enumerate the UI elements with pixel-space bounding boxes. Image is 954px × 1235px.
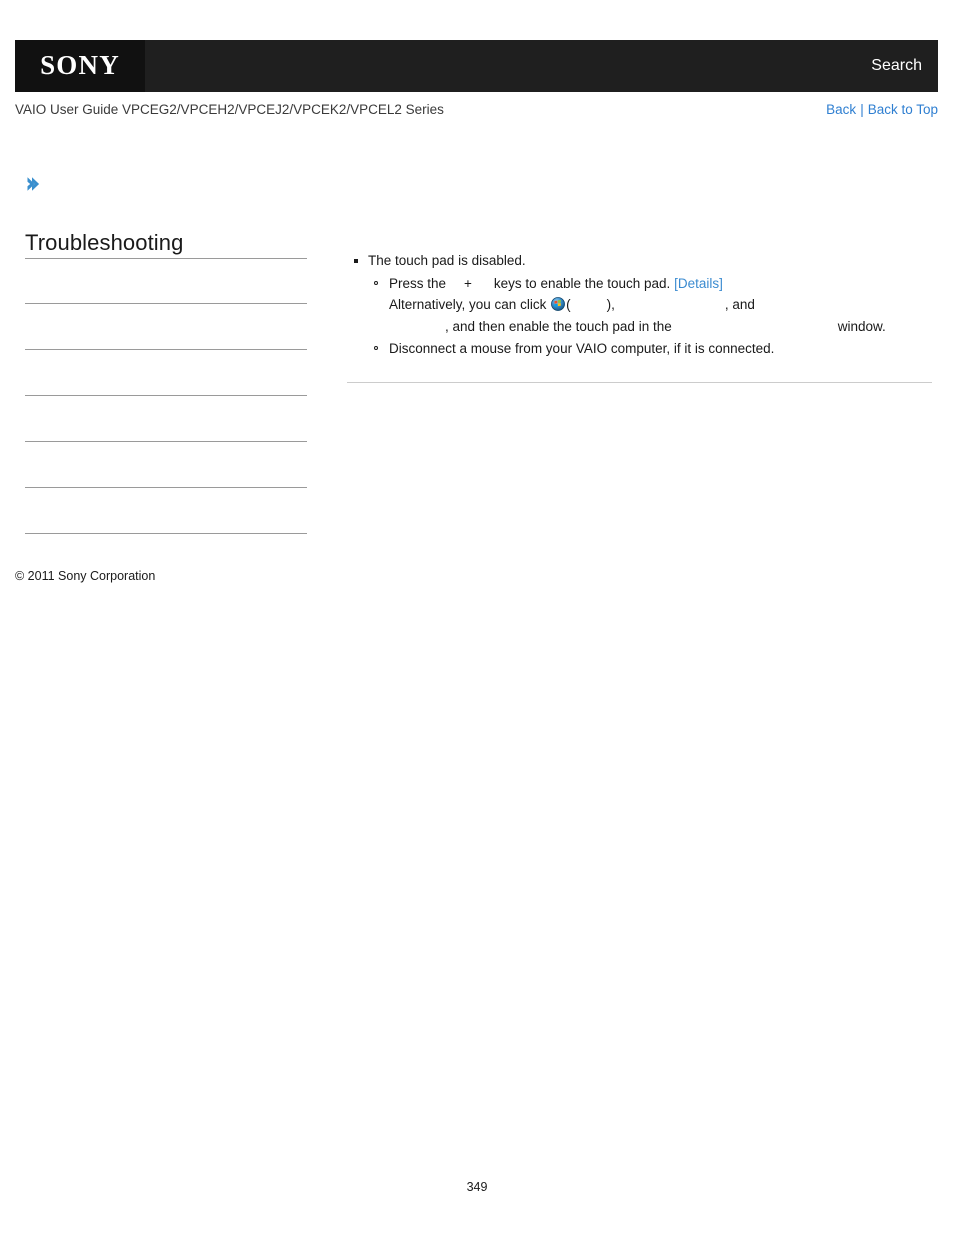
sidebar-item[interactable] [25,350,307,396]
symptom-item: The touch pad is disabled. Press the + key… [347,250,932,360]
sony-logo-block[interactable]: SONY [15,40,145,92]
paren-close: ), [606,297,615,312]
content-divider [347,381,932,383]
alt-line2-comma: , [445,318,449,334]
back-to-top-link[interactable]: Back to Top [868,102,938,117]
sidebar-nav-list [25,258,307,534]
symptom-list: The touch pad is disabled. Press the + key… [347,250,932,360]
remedy-item-enable-touch-pad: Press the + keys to enable the touch pad. … [368,273,932,338]
copyright-notice: © 2011 Sony Corporation [15,569,156,583]
site-header: SONY Search [15,40,938,92]
remedy-list: Press the + keys to enable the touch pad. … [368,273,932,360]
main-content: The touch pad is disabled. Press the + key… [347,250,932,391]
remedy-prefix-text: Press the [389,275,447,291]
sub-header: VAIO User Guide VPCEG2/VPCEH2/VPCEJ2/VPC… [15,102,938,124]
remedy-item-disconnect-mouse: Disconnect a mouse from your VAIO comput… [368,338,932,360]
sidebar-item[interactable] [25,488,307,534]
symptom-text: The touch pad is disabled. [368,253,526,268]
chevron-right-icon[interactable] [24,174,44,194]
sidebar-item[interactable] [25,396,307,442]
alternative-prefix-text: Alternatively, you can click [389,297,547,312]
sidebar-item[interactable] [25,442,307,488]
header-nav-links: Back | Back to Top [826,102,938,117]
sony-wordmark-logo: SONY [40,50,120,80]
page-root: SONY Search VAIO User Guide VPCEG2/VPCEH… [0,0,954,1235]
paren-open: ( [566,297,571,312]
remedy-suffix-text: keys to enable the touch pad. [493,275,671,291]
sidebar-title: Troubleshooting [25,230,184,255]
alt-line2-mid-text: and then enable the touch pad in the [452,318,672,334]
page-number: 349 [466,1180,488,1194]
alt-and: and [732,297,755,312]
nav-separator: | [860,102,864,117]
alt-comma: , [724,297,729,312]
back-link[interactable]: Back [826,102,856,117]
details-link[interactable]: [Details] [674,276,723,291]
search-button[interactable]: Search [871,40,922,92]
sidebar-item[interactable] [25,258,307,304]
key-plus-symbol: + [464,275,472,291]
guide-title: VAIO User Guide VPCEG2/VPCEH2/VPCEJ2/VPC… [15,102,444,117]
alt-line2-end-text: window. [837,318,886,334]
windows-start-orb-icon [551,296,566,311]
sidebar-item[interactable] [25,304,307,350]
remedy-text: Disconnect a mouse from your VAIO comput… [389,341,775,356]
